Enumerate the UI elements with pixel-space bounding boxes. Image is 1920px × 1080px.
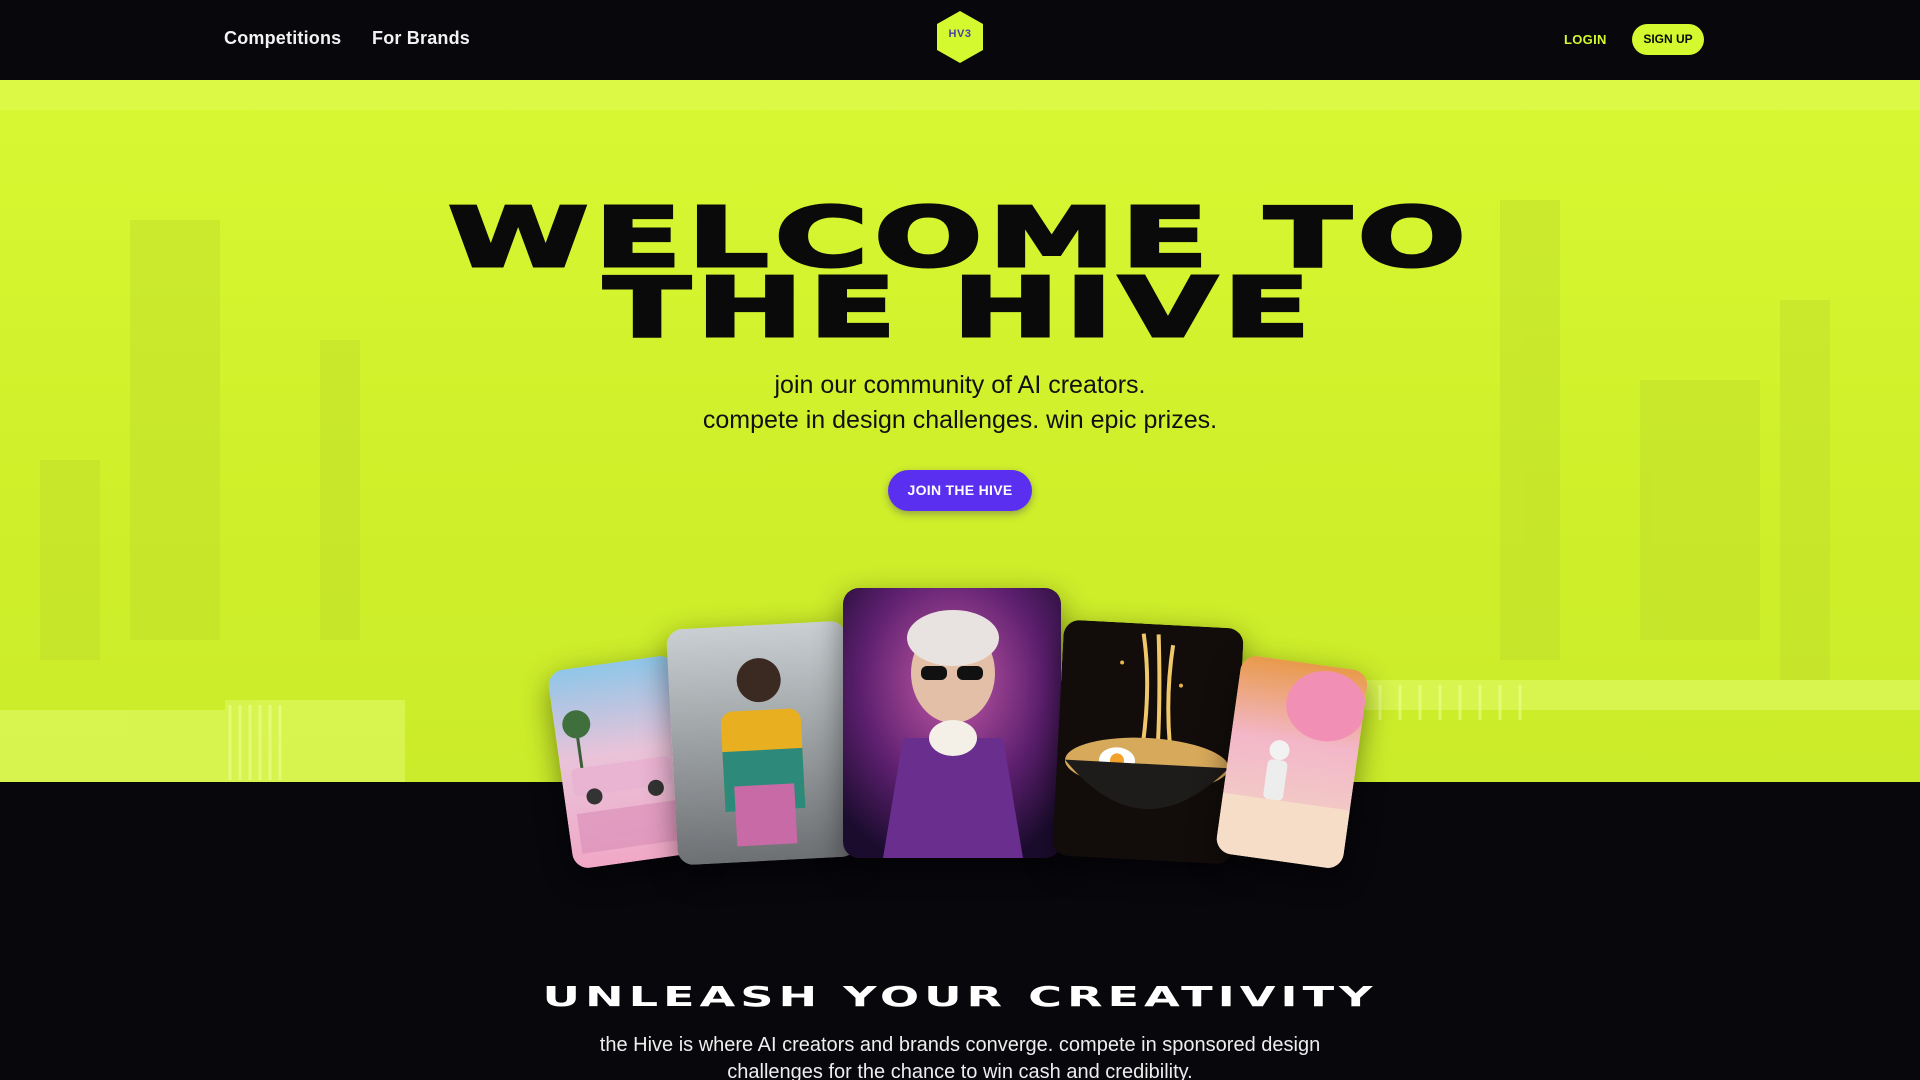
nav-competitions-link[interactable]: Competitions bbox=[224, 28, 341, 49]
hero-subtitle-line2: compete in design challenges. win epic p… bbox=[702, 406, 1218, 434]
signup-button[interactable]: SIGN UP bbox=[1632, 24, 1704, 55]
section2-body-line2: challenges for the chance to win cash an… bbox=[727, 1061, 1193, 1080]
ramen-bowl-card bbox=[1051, 619, 1245, 865]
hero-title-line2: THE HIVE bbox=[601, 261, 1317, 356]
washington-sunglasses-card bbox=[843, 588, 1061, 858]
logo-text: HV3 bbox=[948, 28, 972, 40]
login-link[interactable]: LOGIN bbox=[1564, 32, 1607, 47]
section2-body-line1: the Hive is where AI creators and brands… bbox=[599, 1034, 1321, 1056]
unleash-creativity-heading: UNLEASH YOUR CREATIVITY bbox=[542, 980, 1378, 1013]
astronaut-desert-card bbox=[1214, 654, 1370, 870]
hive-logo[interactable]: HV3 bbox=[937, 11, 983, 63]
hooded-youth-card bbox=[665, 620, 859, 866]
top-navbar: Competitions For Brands HV3 LOGIN SIGN U… bbox=[0, 0, 1920, 80]
hero-subtitle-line1: join our community of AI creators. bbox=[774, 371, 1146, 399]
nav-for-brands-link[interactable]: For Brands bbox=[372, 28, 470, 49]
hero-title: WELCOME TO THE HIVE bbox=[0, 196, 1920, 356]
join-the-hive-button[interactable]: JOIN THE HIVE bbox=[888, 470, 1032, 511]
